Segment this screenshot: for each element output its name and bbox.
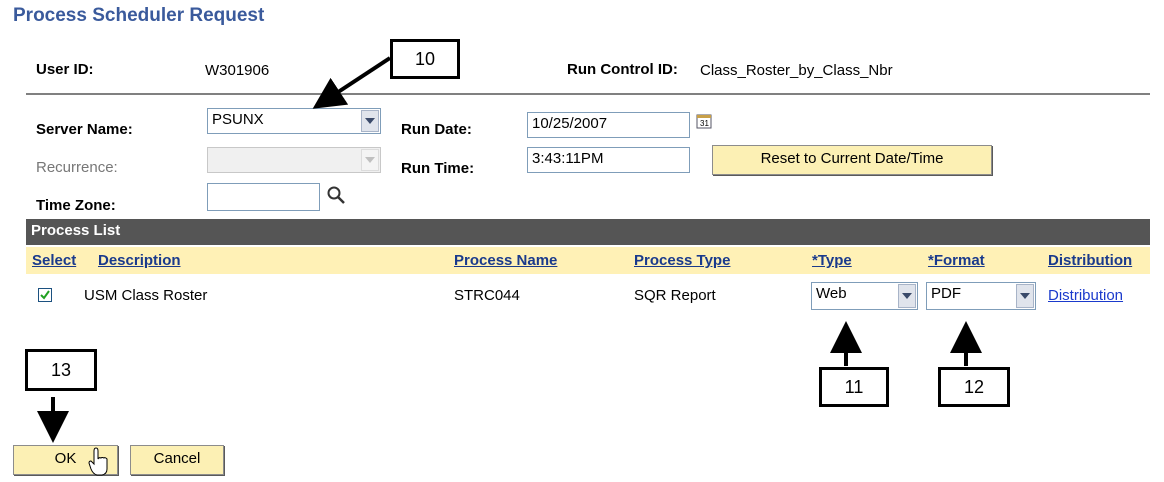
callout-11-label: 11 [844, 376, 864, 397]
callout-13-label: 13 [50, 359, 72, 380]
callout-13: 13 [25, 349, 97, 391]
callout-10: 10 [390, 39, 460, 79]
callout-10-label: 10 [414, 48, 436, 69]
annotation-arrows [37, 56, 982, 443]
arrow-10 [312, 56, 392, 109]
callout-12: 12 [938, 367, 1010, 407]
callout-12-label: 12 [963, 376, 985, 397]
callout-11: 11 [819, 367, 889, 407]
